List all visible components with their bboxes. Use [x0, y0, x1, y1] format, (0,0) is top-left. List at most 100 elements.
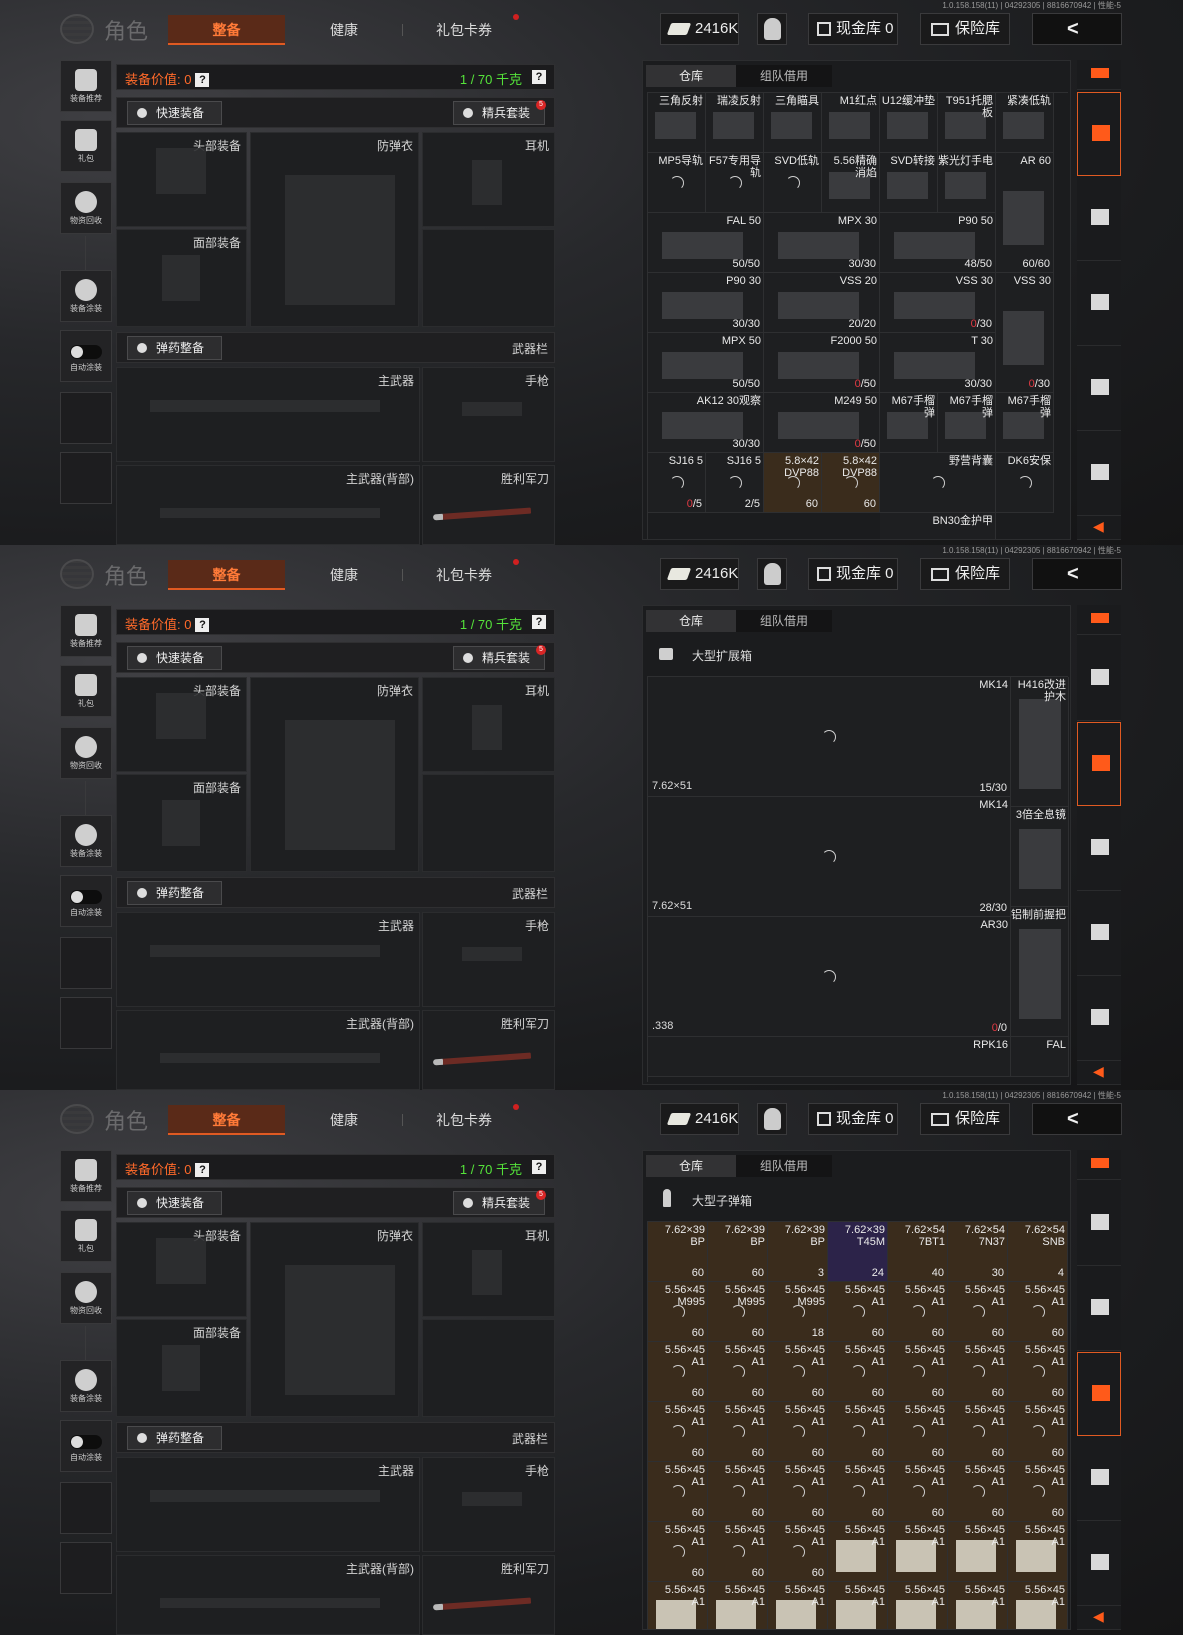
inventory-cell[interactable]: 5.56×45 A1 60: [648, 1522, 708, 1582]
inventory-cell[interactable]: MPX 30 30/30: [764, 213, 880, 273]
vtab-crate[interactable]: [1077, 1437, 1121, 1521]
vtab-home[interactable]: [1077, 1182, 1121, 1266]
inventory-cell[interactable]: 5.56×45 A1 60: [708, 1522, 768, 1582]
inventory-cell[interactable]: 5.56×45 A1 60: [828, 1402, 888, 1462]
inventory-cell[interactable]: 三角瞄具: [764, 93, 822, 153]
sidebar-auto-skin[interactable]: 自动涂装: [60, 1420, 112, 1472]
vtab-home[interactable]: [1077, 637, 1121, 721]
inventory-cell[interactable]: 5.56×45 A1: [708, 1582, 768, 1629]
inventory-cell[interactable]: T951托腮 板: [938, 93, 996, 153]
vtab-expansion-box[interactable]: [1077, 1267, 1121, 1351]
inventory-cell[interactable]: M67手榴 弹: [938, 393, 996, 453]
cash-vault-button[interactable]: 现金库 0: [808, 13, 898, 45]
knife-slot[interactable]: 胜利军刀: [422, 465, 555, 545]
inventory-cell[interactable]: FAL: [1011, 1037, 1069, 1077]
inventory-cell[interactable]: 5.8×42 DVP88 60: [822, 453, 880, 513]
inventory-cell[interactable]: 7.62×39 BP 60: [648, 1222, 708, 1282]
inventory-cell[interactable]: 5.56×45 A1: [768, 1582, 828, 1629]
primary-weapon-slot[interactable]: 主武器: [116, 367, 420, 462]
sidebar-auto-skin[interactable]: 自动涂装: [60, 330, 112, 382]
inventory-cell[interactable]: 紧凑低轨: [996, 93, 1054, 153]
inventory-cell[interactable]: 5.56×45 A1 60: [768, 1522, 828, 1582]
vtab-expansion-box[interactable]: [1077, 177, 1121, 261]
inventory-cell[interactable]: 7.62×54 7N37 30: [948, 1222, 1008, 1282]
inventory-cell[interactable]: 5.56×45 A1: [1008, 1522, 1068, 1582]
inventory-cell[interactable]: M67手榴 弹: [996, 393, 1054, 453]
quick-equip-button[interactable]: 快速装备: [127, 1191, 222, 1215]
inventory-cell[interactable]: H416改进 护木: [1011, 677, 1069, 807]
safe-vault-button[interactable]: 保险库: [920, 558, 1010, 590]
cash-vault-button[interactable]: 现金库 0: [808, 558, 898, 590]
inventory-cell[interactable]: AR 60 60/60: [996, 153, 1054, 273]
tab-team-borrow[interactable]: 组队借用: [736, 1155, 832, 1177]
inventory-cell[interactable]: 5.56×45 A1: [888, 1522, 948, 1582]
primary-weapon-slot[interactable]: 主武器: [116, 912, 420, 1007]
inventory-cell[interactable]: SJ16 5 2/5: [706, 453, 764, 513]
inventory-cell[interactable]: 5.56×45 M995 60: [648, 1282, 708, 1342]
inventory-cell[interactable]: 7.62×51 MK14 15/30: [648, 677, 1011, 797]
vtab-cube[interactable]: [1077, 1522, 1121, 1606]
agent-button[interactable]: [757, 13, 787, 45]
inventory-cell[interactable]: F2000 50 0/50: [764, 333, 880, 393]
inventory-cell[interactable]: T 30 30/30: [880, 333, 996, 393]
back-button[interactable]: <: [1032, 558, 1122, 590]
inventory-cell[interactable]: 5.56×45 A1: [828, 1582, 888, 1629]
inventory-cell[interactable]: VSS 30 0/30: [880, 273, 996, 333]
sort-button[interactable]: [1077, 60, 1121, 90]
tab-warehouse[interactable]: 仓库: [646, 610, 736, 632]
inventory-cell[interactable]: 5.56×45 A1: [948, 1522, 1008, 1582]
sidebar-auto-skin[interactable]: 自动涂装: [60, 875, 112, 927]
agent-button[interactable]: [757, 1103, 787, 1135]
inventory-cell[interactable]: VSS 30 0/30: [996, 273, 1054, 393]
inventory-cell[interactable]: 5.56×45 A1 60: [708, 1342, 768, 1402]
tab-team-borrow[interactable]: 组队借用: [736, 65, 832, 87]
agent-button[interactable]: [757, 558, 787, 590]
inventory-cell[interactable]: M1红点: [822, 93, 880, 153]
auto-skin-toggle[interactable]: [70, 1435, 102, 1449]
inventory-cell[interactable]: 5.56×45 M995 18: [768, 1282, 828, 1342]
vtab-cube[interactable]: [1077, 977, 1121, 1061]
inventory-cell[interactable]: 紫光灯手电: [938, 153, 996, 213]
inventory-cell[interactable]: 5.56×45 A1 60: [708, 1462, 768, 1522]
vtab-expansion-box[interactable]: [1077, 722, 1121, 806]
cash-vault-button[interactable]: 现金库 0: [808, 1103, 898, 1135]
inventory-cell[interactable]: 5.56×45 A1 60: [888, 1282, 948, 1342]
inventory-cell[interactable]: 5.56×45 A1 60: [648, 1342, 708, 1402]
inventory-cell[interactable]: 5.56×45 A1 60: [828, 1462, 888, 1522]
inventory-cell[interactable]: SVD转接: [880, 153, 938, 213]
tab-health[interactable]: 健康: [306, 1105, 382, 1135]
inventory-cell[interactable]: .338 AR30 0/0: [648, 917, 1011, 1037]
inventory-cell[interactable]: RPK16: [648, 1037, 1011, 1077]
inventory-cell[interactable]: 铝制前握把: [1011, 907, 1069, 1037]
tab-warehouse[interactable]: 仓库: [646, 1155, 736, 1177]
inventory-cell[interactable]: AK12 30观察 30/30: [648, 393, 764, 453]
help-icon[interactable]: ?: [532, 1160, 546, 1174]
vtab-ammo-box[interactable]: [1077, 807, 1121, 891]
inventory-cell[interactable]: MPX 50 50/50: [648, 333, 764, 393]
inventory-cell[interactable]: 7.62×54 SNB 4: [1008, 1222, 1068, 1282]
ammo-prep-button[interactable]: 弹药整备: [127, 336, 222, 360]
tab-prepare[interactable]: 整备: [168, 15, 285, 45]
elite-kit-button[interactable]: 精兵套装: [453, 101, 545, 125]
knife-slot[interactable]: 胜利军刀: [422, 1555, 555, 1635]
money-display[interactable]: 2416K: [660, 13, 739, 45]
ammo-prep-button[interactable]: 弹药整备: [127, 881, 222, 905]
inventory-cell[interactable]: 5.56×45 M995 60: [708, 1282, 768, 1342]
inventory-cell[interactable]: VSS 20 20/20: [764, 273, 880, 333]
inventory-cell[interactable]: 5.56×45 A1 60: [768, 1402, 828, 1462]
inventory-cell[interactable]: M67手榴 弹: [880, 393, 938, 453]
inventory-cell[interactable]: 7.62×39 BP 60: [708, 1222, 768, 1282]
sidebar-skin[interactable]: 装备涂装: [60, 1360, 112, 1412]
tab-warehouse[interactable]: 仓库: [646, 65, 736, 87]
vtab-cube[interactable]: [1077, 432, 1121, 516]
inventory-cell[interactable]: 5.56×45 A1 60: [768, 1342, 828, 1402]
tab-gift-cards[interactable]: 礼包卡券: [410, 560, 518, 590]
inventory-cell[interactable]: BN30金护甲: [880, 513, 996, 539]
vtab-crate[interactable]: [1077, 347, 1121, 431]
inventory-cell[interactable]: 5.56×45 A1 60: [1008, 1402, 1068, 1462]
empty-slot[interactable]: [422, 229, 555, 327]
collapse-button[interactable]: ◀: [1077, 1057, 1121, 1085]
elite-kit-button[interactable]: 精兵套装: [453, 1191, 545, 1215]
back-button[interactable]: <: [1032, 13, 1122, 45]
inventory-cell[interactable]: 5.56×45 A1: [1008, 1582, 1068, 1629]
